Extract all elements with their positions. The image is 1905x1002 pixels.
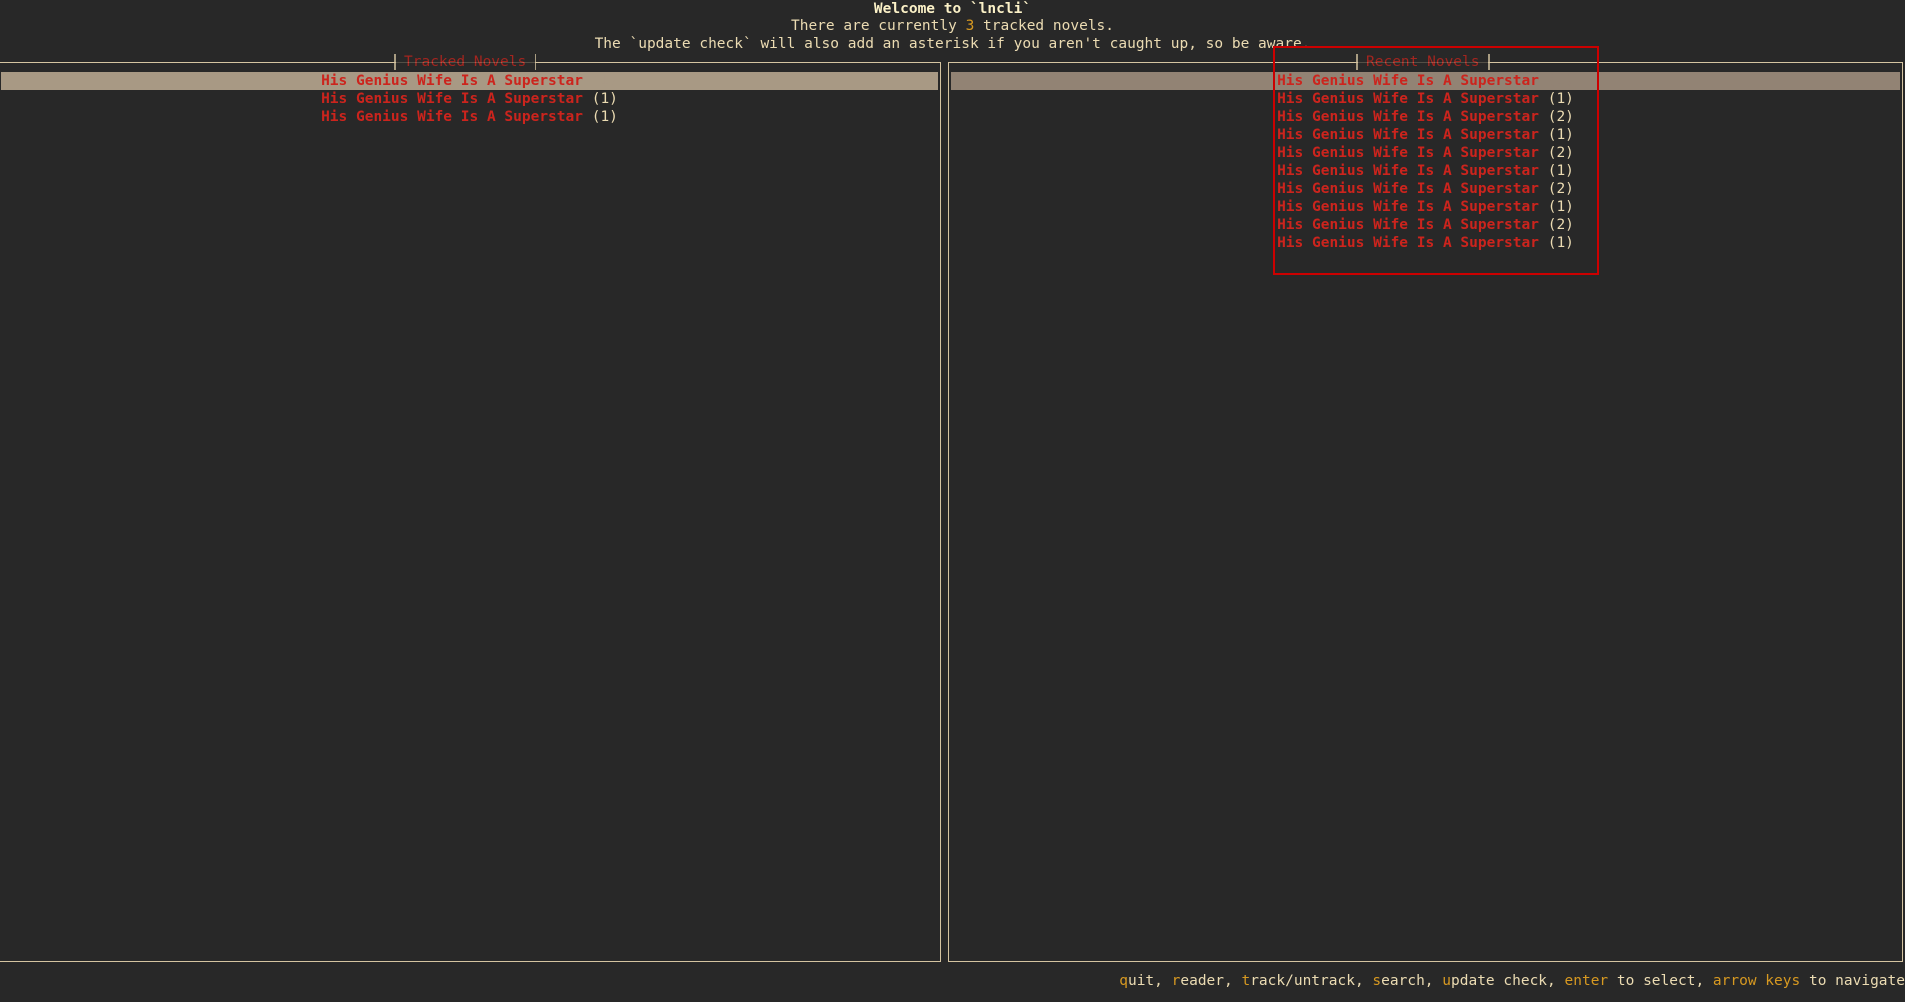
chapter-count: (1) xyxy=(1547,91,1574,107)
chapter-count: (1) xyxy=(1547,163,1574,179)
hint-text: rack/untrack, xyxy=(1250,973,1373,989)
tracked-count-line: There are currently 3 tracked novels. xyxy=(0,17,1905,35)
hint-key: q xyxy=(1119,973,1128,989)
hint-key: s xyxy=(1372,973,1382,989)
tracked-novel-row[interactable]: His Genius Wife Is A Superstar (1) xyxy=(1,72,938,90)
chapter-count: (2) xyxy=(1547,181,1574,197)
hint-key: u xyxy=(1442,973,1451,989)
keybinding-footer: quit, reader, track/untrack, search, upd… xyxy=(1119,972,1905,990)
recent-novel-row[interactable]: His Genius Wife Is A Superstar (1) xyxy=(951,90,1900,108)
recent-novel-row[interactable]: His Genius Wife Is A Superstar (2) xyxy=(951,108,1900,126)
welcome-heading: Welcome to `lncli` xyxy=(873,1,1032,17)
recent-novels-title: Recent Novels xyxy=(1356,53,1490,71)
recent-novel-row[interactable]: His Genius Wife Is A Superstar (2) xyxy=(951,180,1900,198)
chapter-count: (1) xyxy=(591,109,618,125)
novel-title: His Genius Wife Is A Superstar xyxy=(321,91,583,107)
novel-title: His Genius Wife Is A Superstar xyxy=(321,109,583,125)
tracked-novels-panel[interactable]: Tracked Novels His Genius Wife Is A Supe… xyxy=(0,53,941,962)
chapter-count: (1) xyxy=(1547,73,1574,89)
chapter-count: (1) xyxy=(1547,199,1574,215)
hint-key: t xyxy=(1241,973,1251,989)
tracked-novels-list[interactable]: His Genius Wife Is A Superstar (1) His Ge… xyxy=(1,72,938,126)
novel-title: His Genius Wife Is A Superstar xyxy=(1277,127,1539,143)
update-check-note: The `update check` will also add an aste… xyxy=(594,36,1311,52)
novel-title: His Genius Wife Is A Superstar xyxy=(1277,145,1539,161)
novel-title: His Genius Wife Is A Superstar xyxy=(1277,163,1539,179)
novel-title: His Genius Wife Is A Superstar xyxy=(1277,217,1539,233)
hint-key: enter xyxy=(1564,973,1609,989)
chapter-count: (2) xyxy=(1547,145,1574,161)
hint-text: to navigate xyxy=(1800,973,1905,989)
chapter-count: (2) xyxy=(1547,217,1574,233)
hint-text: pdate check, xyxy=(1451,973,1565,989)
novel-title: His Genius Wife Is A Superstar xyxy=(1277,73,1539,89)
tracked-novel-row[interactable]: His Genius Wife Is A Superstar (1) xyxy=(1,90,938,108)
lncli-terminal-app: Welcome to `lncli` There are currently 3… xyxy=(0,0,1905,1002)
recent-novel-row[interactable]: His Genius Wife Is A Superstar (1) xyxy=(951,234,1900,252)
recent-novels-list[interactable]: His Genius Wife Is A Superstar (1) His Ge… xyxy=(951,72,1900,252)
recent-novel-row[interactable]: His Genius Wife Is A Superstar (2) xyxy=(951,216,1900,234)
recent-novel-row[interactable]: His Genius Wife Is A Superstar (1) xyxy=(951,198,1900,216)
novel-title: His Genius Wife Is A Superstar xyxy=(1277,181,1539,197)
chapter-count: (1) xyxy=(591,91,618,107)
recent-novels-panel[interactable]: Recent Novels His Genius Wife Is A Super… xyxy=(948,53,1903,962)
novel-title: His Genius Wife Is A Superstar xyxy=(1277,109,1539,125)
recent-novel-row[interactable]: His Genius Wife Is A Superstar (1) xyxy=(951,162,1900,180)
hint-text: eader, xyxy=(1180,973,1242,989)
chapter-count: (1) xyxy=(1547,235,1574,251)
novel-title: His Genius Wife Is A Superstar xyxy=(1277,199,1539,215)
novel-title: His Genius Wife Is A Superstar xyxy=(1277,91,1539,107)
tracked-novels-title: Tracked Novels xyxy=(394,53,537,71)
hint-text: earch, xyxy=(1381,973,1443,989)
hint-key: arrow keys xyxy=(1712,973,1801,989)
hint-text: to select, xyxy=(1608,973,1713,989)
recent-novel-row[interactable]: His Genius Wife Is A Superstar (1) xyxy=(951,126,1900,144)
novel-title: His Genius Wife Is A Superstar xyxy=(321,73,583,89)
tracked-novel-row[interactable]: His Genius Wife Is A Superstar (1) xyxy=(1,108,938,126)
chapter-count: (2) xyxy=(1547,109,1574,125)
recent-novel-row[interactable]: His Genius Wife Is A Superstar (1) xyxy=(951,72,1900,90)
recent-novel-row[interactable]: His Genius Wife Is A Superstar (2) xyxy=(951,144,1900,162)
chapter-count: (1) xyxy=(591,73,618,89)
chapter-count: (1) xyxy=(1547,127,1574,143)
hint-text: uit, xyxy=(1127,973,1172,989)
count-suffix: tracked novels. xyxy=(974,18,1115,34)
novel-title: His Genius Wife Is A Superstar xyxy=(1277,235,1539,251)
count-prefix: There are currently xyxy=(790,18,966,34)
